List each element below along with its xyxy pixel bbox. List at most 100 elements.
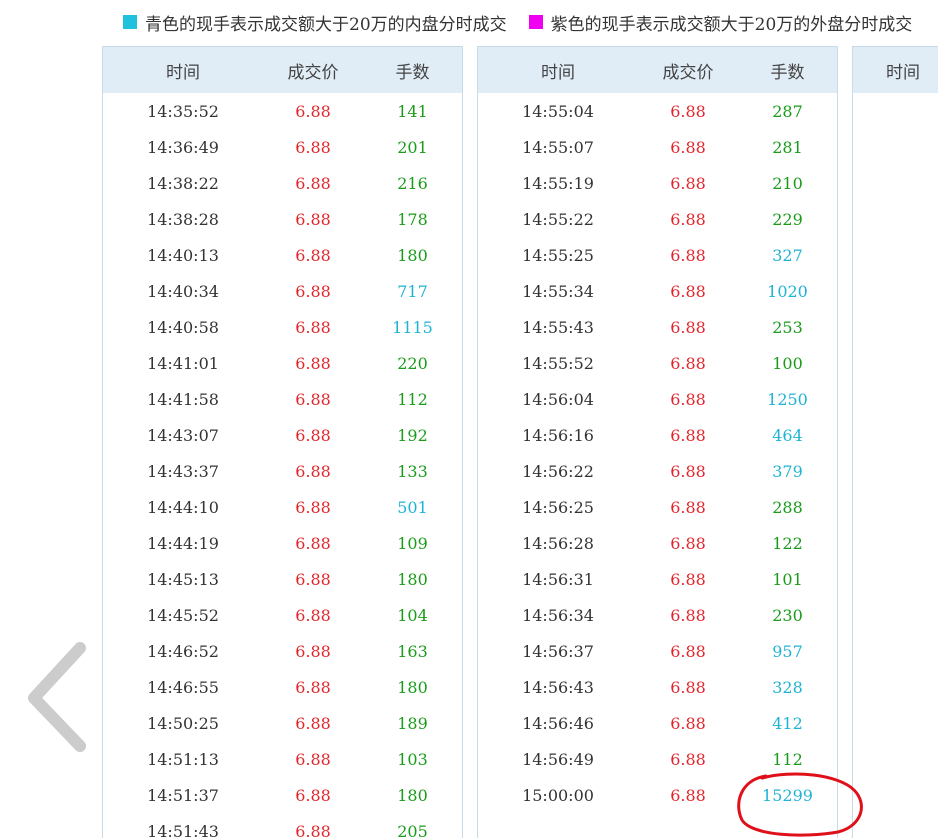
table-row: 14:40:13 6.88 180 — [103, 237, 462, 273]
cell-price: 6.88 — [295, 461, 331, 481]
cell-volume: 180 — [397, 677, 428, 697]
cell-time: 14:55:34 — [522, 281, 594, 301]
cell-time: 14:44:19 — [147, 533, 219, 553]
magenta-swatch — [528, 15, 543, 29]
cell-time: 14:56:04 — [522, 389, 594, 409]
chevron-left-icon[interactable] — [22, 640, 92, 760]
table-row: 14:55:34 6.88 1020 — [478, 273, 837, 309]
cell-time: 14:40:34 — [147, 281, 219, 301]
cell-price: 6.88 — [670, 605, 706, 625]
cell-time: 14:56:16 — [522, 425, 594, 445]
cell-volume: 281 — [772, 137, 803, 157]
header-volume: 手数 — [395, 62, 430, 83]
header-time: 时间 — [541, 62, 575, 83]
cell-time: 14:46:55 — [147, 677, 219, 697]
cell-volume: 201 — [397, 137, 428, 157]
cell-volume: 412 — [772, 713, 803, 733]
cell-price: 6.88 — [670, 785, 706, 805]
cell-volume: 192 — [397, 425, 428, 445]
cell-time: 14:55:22 — [522, 209, 594, 229]
cell-volume: 112 — [397, 389, 428, 409]
cell-price: 6.88 — [295, 533, 331, 553]
cell-volume: 133 — [397, 461, 428, 481]
cell-volume: 288 — [772, 497, 803, 517]
cell-price: 6.88 — [670, 209, 706, 229]
cell-time: 14:56:49 — [522, 749, 594, 769]
table-row: 14:51:13 6.88 103 — [103, 741, 462, 777]
table-row: 14:43:07 6.88 192 — [103, 417, 462, 453]
table-row: 14:56:25 6.88 288 — [478, 489, 837, 525]
table-row: 14:40:58 6.88 1115 — [103, 309, 462, 345]
table-row: 14:44:10 6.88 501 — [103, 489, 462, 525]
cell-time: 14:55:07 — [522, 137, 594, 157]
table-row: 14:56:04 6.88 1250 — [478, 381, 837, 417]
cell-price: 6.88 — [295, 317, 331, 337]
cell-volume: 287 — [772, 101, 803, 121]
legend-cyan-text: 青色的现手表示成交额大于20万的内盘分时成交 — [145, 14, 507, 35]
cell-time: 14:36:49 — [147, 137, 219, 157]
cell-time: 14:51:43 — [147, 821, 219, 838]
table-body: 14:35:52 6.88 141 14:36:49 6.88 201 14:38:22 6.… — [103, 93, 462, 838]
cell-volume: 205 — [397, 821, 428, 838]
cell-time: 14:51:37 — [147, 785, 219, 805]
cell-price: 6.88 — [295, 137, 331, 157]
cell-price: 6.88 — [670, 677, 706, 697]
table-row: 14:56:37 6.88 957 — [478, 633, 837, 669]
cell-volume: 216 — [397, 173, 428, 193]
table-row: 14:36:49 6.88 201 — [103, 129, 462, 165]
header-price: 成交价 — [662, 62, 714, 83]
cell-volume: 464 — [772, 425, 803, 445]
cell-volume: 178 — [397, 209, 428, 229]
table-row: 14:46:55 6.88 180 — [103, 669, 462, 705]
cyan-swatch — [123, 15, 137, 29]
table-row: 14:43:37 6.88 133 — [103, 453, 462, 489]
cell-time: 14:51:13 — [147, 749, 219, 769]
cell-price: 6.88 — [295, 641, 331, 661]
cell-volume: 189 — [397, 713, 428, 733]
cell-price: 6.88 — [295, 749, 331, 769]
table-row: 14:41:01 6.88 220 — [103, 345, 462, 381]
trade-panel-2: 时间 成交价 手数 14:55:04 6.88 287 14:55:07 6.88 281… — [477, 46, 838, 838]
cell-price: 6.88 — [670, 317, 706, 337]
cell-price: 6.88 — [295, 281, 331, 301]
table-row: 14:55:52 6.88 100 — [478, 345, 837, 381]
table-row: 14:55:07 6.88 281 — [478, 129, 837, 165]
table-body: 14:55:04 6.88 287 14:55:07 6.88 281 14:55:19 6.… — [478, 93, 837, 813]
cell-price: 6.88 — [670, 101, 706, 121]
table-row: 14:38:28 6.88 178 — [103, 201, 462, 237]
cell-volume: 180 — [397, 245, 428, 265]
cell-price: 6.88 — [670, 641, 706, 661]
table-row: 14:56:46 6.88 412 — [478, 705, 837, 741]
cell-time: 14:45:13 — [147, 569, 219, 589]
header-time: 时间 — [166, 62, 200, 83]
cell-time: 14:55:19 — [522, 173, 594, 193]
table-row: 14:56:22 6.88 379 — [478, 453, 837, 489]
cell-price: 6.88 — [295, 353, 331, 373]
cell-time: 14:55:04 — [522, 101, 594, 121]
cell-time: 14:56:28 — [522, 533, 594, 553]
cell-price: 6.88 — [670, 461, 706, 481]
header-price: 成交价 — [287, 62, 339, 83]
cell-time: 14:55:52 — [522, 353, 594, 373]
table-row: 14:55:22 6.88 229 — [478, 201, 837, 237]
table-row: 14:44:19 6.88 109 — [103, 525, 462, 561]
cell-volume: 717 — [397, 281, 428, 301]
cell-price: 6.88 — [295, 713, 331, 733]
table-header: 时间 成交价 手数 — [478, 47, 837, 93]
cell-time: 14:40:58 — [147, 317, 219, 337]
trade-panel-3: 时间 — [852, 46, 938, 838]
cell-volume: 327 — [772, 245, 803, 265]
cell-price: 6.88 — [670, 353, 706, 373]
cell-time: 14:38:28 — [147, 209, 219, 229]
cell-time: 14:56:37 — [522, 641, 594, 661]
trade-detail-page: 青色的现手表示成交额大于20万的内盘分时成交 紫色的现手表示成交额大于20万的外… — [0, 0, 938, 838]
cell-price: 6.88 — [295, 425, 331, 445]
cell-price: 6.88 — [295, 785, 331, 805]
cell-time: 14:44:10 — [147, 497, 219, 517]
cell-volume: 220 — [397, 353, 428, 373]
cell-price: 6.88 — [670, 533, 706, 553]
table-row: 14:55:25 6.88 327 — [478, 237, 837, 273]
trade-panel-1: 时间 成交价 手数 14:35:52 6.88 141 14:36:49 6.88 201… — [102, 46, 463, 838]
cell-time: 14:43:07 — [147, 425, 219, 445]
cell-time: 14:50:25 — [147, 713, 219, 733]
